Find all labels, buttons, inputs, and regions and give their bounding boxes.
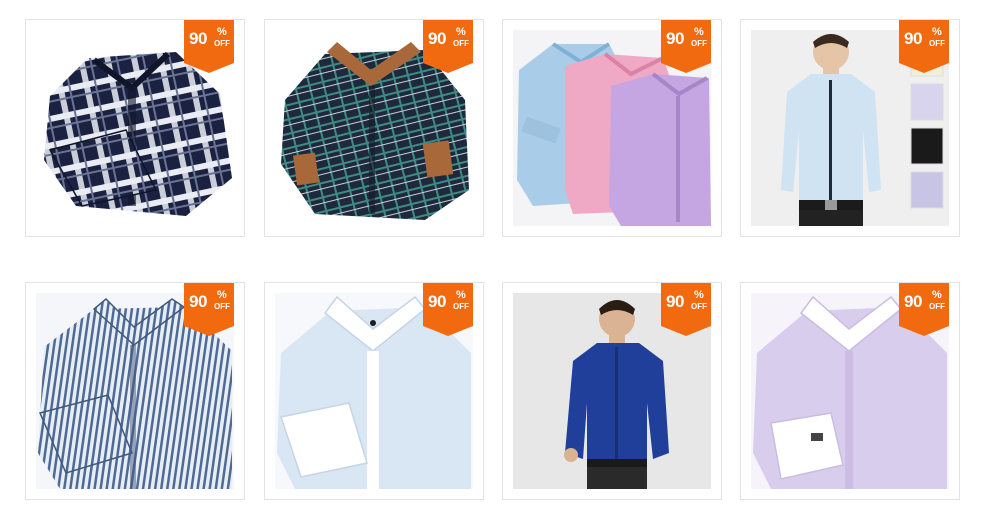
percent-symbol: %: [694, 289, 704, 301]
discount-badge: 90 % OFF: [423, 20, 473, 73]
discount-number: 90: [904, 29, 922, 48]
discount-number: 90: [666, 29, 684, 48]
discount-number: 90: [189, 29, 207, 48]
discount-badge: 90 % OFF: [661, 283, 711, 336]
discount-badge: 90 % OFF: [899, 20, 949, 73]
off-label: OFF: [929, 302, 945, 311]
discount-badge: 90 % OFF: [184, 20, 234, 73]
product-card[interactable]: 90 % OFF: [740, 19, 960, 237]
discount-number: 90: [428, 292, 446, 311]
percent-symbol: %: [932, 289, 942, 301]
product-card[interactable]: 90 % OFF: [264, 282, 484, 500]
percent-symbol: %: [217, 289, 227, 301]
off-label: OFF: [929, 39, 945, 48]
percent-symbol: %: [456, 289, 466, 301]
off-label: OFF: [691, 39, 707, 48]
discount-badge: 90 % OFF: [899, 283, 949, 336]
percent-symbol: %: [217, 26, 227, 38]
product-grid: 90 % OFF 90 % OFF 90 % OFF 90 % OFF 90 %…: [0, 0, 1000, 512]
product-card[interactable]: 90 % OFF: [25, 19, 245, 237]
off-label: OFF: [453, 39, 469, 48]
product-card[interactable]: 90 % OFF: [25, 282, 245, 500]
discount-number: 90: [428, 29, 446, 48]
off-label: OFF: [453, 302, 469, 311]
product-card[interactable]: 90 % OFF: [264, 19, 484, 237]
product-card[interactable]: 90 % OFF: [502, 19, 722, 237]
percent-symbol: %: [694, 26, 704, 38]
discount-badge: 90 % OFF: [184, 283, 234, 336]
off-label: OFF: [214, 302, 230, 311]
discount-badge: 90 % OFF: [423, 283, 473, 336]
discount-number: 90: [666, 292, 684, 311]
off-label: OFF: [214, 39, 230, 48]
discount-badge: 90 % OFF: [661, 20, 711, 73]
product-card[interactable]: 90 % OFF: [740, 282, 960, 500]
discount-number: 90: [904, 292, 922, 311]
product-card[interactable]: 90 % OFF: [502, 282, 722, 500]
percent-symbol: %: [456, 26, 466, 38]
off-label: OFF: [691, 302, 707, 311]
percent-symbol: %: [932, 26, 942, 38]
discount-number: 90: [189, 292, 207, 311]
